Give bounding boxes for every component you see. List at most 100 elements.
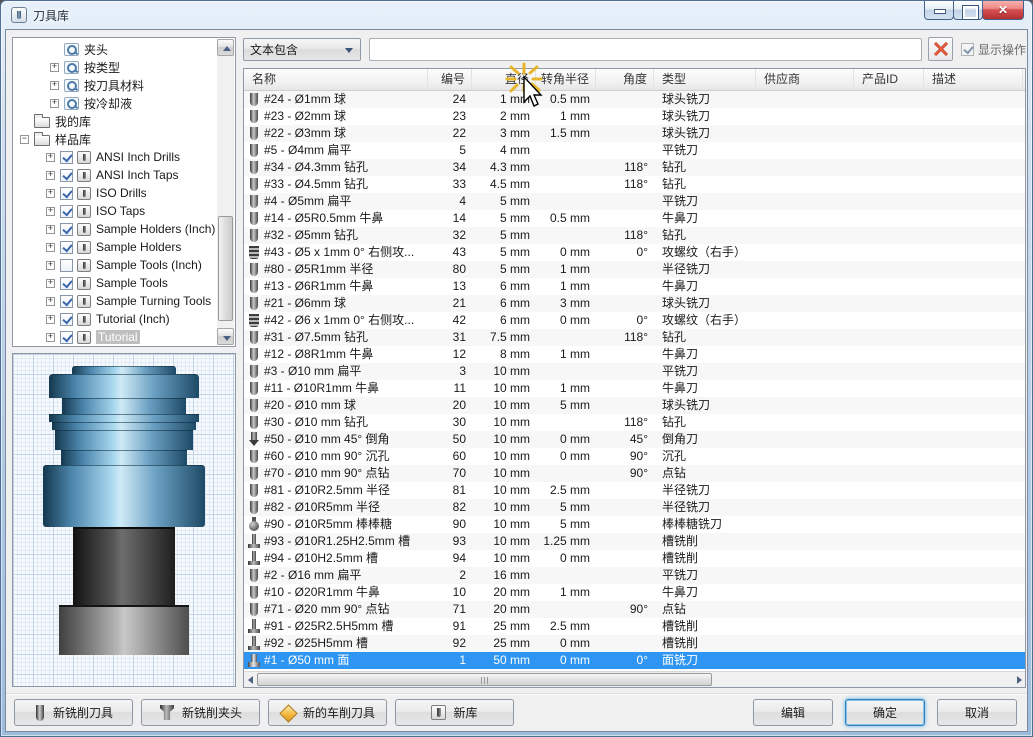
table-row[interactable]: #33 - Ø4.5mm 钻孔 33 4.5 mm 118° 钻孔 bbox=[244, 176, 1025, 193]
table-row[interactable]: #21 - Ø6mm 球 21 6 mm 3 mm 球头铣刀 bbox=[244, 295, 1025, 312]
table-row[interactable]: #71 - Ø20 mm 90° 点钻 71 20 mm 90° 点钻 bbox=[244, 601, 1025, 618]
tree-item-tutorial[interactable]: + Tutorial bbox=[14, 328, 217, 346]
tree-item-ansi-inch-taps[interactable]: + ANSI Inch Taps bbox=[14, 166, 217, 184]
library-enabled-checkbox[interactable] bbox=[60, 168, 73, 182]
tree-scrollbar-thumb[interactable] bbox=[218, 216, 233, 321]
new-holder-button[interactable]: 新铣削夹头 bbox=[141, 699, 260, 726]
table-row[interactable]: #31 - Ø7.5mm 钻孔 31 7.5 mm 118° 钻孔 bbox=[244, 329, 1025, 346]
tree-item-按冷却液[interactable]: + 按冷却液 bbox=[14, 94, 217, 112]
tree-item-sample-tools[interactable]: + Sample Tools bbox=[14, 274, 217, 292]
table-row[interactable]: #11 - Ø10R1mm 牛鼻 11 10 mm 1 mm 牛鼻刀 bbox=[244, 380, 1025, 397]
table-row[interactable]: #14 - Ø5R0.5mm 牛鼻 14 5 mm 0.5 mm 牛鼻刀 bbox=[244, 210, 1025, 227]
scroll-down-icon[interactable] bbox=[217, 328, 234, 345]
table-row[interactable]: #10 - Ø20R1mm 牛鼻 10 20 mm 1 mm 牛鼻刀 bbox=[244, 584, 1025, 601]
table-row[interactable]: #93 - Ø10R1.25H2.5mm 槽 93 10 mm 1.25 mm 槽铣削 bbox=[244, 533, 1025, 550]
tree-item-sample-turning-tools[interactable]: + Sample Turning Tools bbox=[14, 292, 217, 310]
table-row[interactable]: #4 - Ø5mm 扁平 4 5 mm 平铣刀 bbox=[244, 193, 1025, 210]
column-header-角度[interactable]: 角度 bbox=[596, 69, 654, 90]
expand-toggle-icon[interactable]: + bbox=[50, 62, 59, 72]
collapse-toggle-icon[interactable]: − bbox=[20, 134, 29, 144]
table-row[interactable]: #92 - Ø25H5mm 槽 92 25 mm 0 mm 槽铣削 bbox=[244, 635, 1025, 652]
filter-mode-select[interactable]: 文本包含 bbox=[243, 37, 361, 61]
scroll-up-icon[interactable] bbox=[217, 39, 234, 56]
minimize-button[interactable] bbox=[924, 1, 954, 20]
table-row[interactable]: #81 - Ø10R2.5mm 半径 81 10 mm 2.5 mm 半径铣刀 bbox=[244, 482, 1025, 499]
column-header-供应商[interactable]: 供应商 bbox=[756, 69, 854, 90]
expand-toggle-icon[interactable]: + bbox=[46, 170, 55, 180]
expand-toggle-icon[interactable]: + bbox=[46, 206, 55, 216]
column-header-名称[interactable]: 名称 bbox=[244, 69, 428, 90]
table-row[interactable]: #1 - Ø50 mm 面 1 50 mm 0 mm 0° 面铣刀 bbox=[244, 652, 1025, 669]
scroll-right-icon[interactable] bbox=[1013, 673, 1024, 687]
table-row[interactable]: #5 - Ø4mm 扁平 5 4 mm 平铣刀 bbox=[244, 142, 1025, 159]
table-row[interactable]: #3 - Ø10 mm 扁平 3 10 mm 平铣刀 bbox=[244, 363, 1025, 380]
expand-toggle-icon[interactable]: + bbox=[46, 224, 55, 234]
tree-item-我的库[interactable]: 我的库 bbox=[14, 112, 217, 130]
library-enabled-checkbox[interactable] bbox=[60, 258, 73, 272]
expand-toggle-icon[interactable]: + bbox=[50, 98, 59, 108]
tree-item-sample-holders-inch-[interactable]: + Sample Holders (Inch) bbox=[14, 220, 217, 238]
expand-toggle-icon[interactable]: + bbox=[46, 332, 55, 342]
scroll-left-icon[interactable] bbox=[245, 673, 256, 687]
titlebar[interactable]: 刀具库 bbox=[1, 1, 1032, 29]
tree-item-sample-holders[interactable]: + Sample Holders bbox=[14, 238, 217, 256]
library-enabled-checkbox[interactable] bbox=[60, 330, 73, 344]
new-turning-tool-button[interactable]: 新的车削刀具 bbox=[268, 699, 387, 726]
library-enabled-checkbox[interactable] bbox=[60, 222, 73, 236]
expand-toggle-icon[interactable]: + bbox=[46, 242, 55, 252]
table-row[interactable]: #24 - Ø1mm 球 24 1 mm 0.5 mm 球头铣刀 bbox=[244, 91, 1025, 108]
table-row[interactable]: #34 - Ø4.3mm 钻孔 34 4.3 mm 118° 钻孔 bbox=[244, 159, 1025, 176]
table-row[interactable]: #80 - Ø5R1mm 半径 80 5 mm 1 mm 半径铣刀 bbox=[244, 261, 1025, 278]
tree-item-sample-tools-inch-[interactable]: + Sample Tools (Inch) bbox=[14, 256, 217, 274]
table-row[interactable]: #70 - Ø10 mm 90° 点钻 70 10 mm 90° 点钻 bbox=[244, 465, 1025, 482]
library-enabled-checkbox[interactable] bbox=[60, 150, 73, 164]
expand-toggle-icon[interactable]: + bbox=[46, 188, 55, 198]
expand-toggle-icon[interactable]: + bbox=[46, 296, 55, 306]
table-row[interactable]: #90 - Ø10R5mm 棒棒糖 90 10 mm 5 mm 棒棒糖铣刀 bbox=[244, 516, 1025, 533]
tree-item-按类型[interactable]: + 按类型 bbox=[14, 58, 217, 76]
library-enabled-checkbox[interactable] bbox=[60, 312, 73, 326]
table-hscrollbar-thumb[interactable] bbox=[257, 673, 712, 686]
table-row[interactable]: #50 - Ø10 mm 45° 倒角 50 10 mm 0 mm 45° 倒角刀 bbox=[244, 431, 1025, 448]
table-row[interactable]: #32 - Ø5mm 钻孔 32 5 mm 118° 钻孔 bbox=[244, 227, 1025, 244]
table-row[interactable]: #20 - Ø10 mm 球 20 10 mm 5 mm 球头铣刀 bbox=[244, 397, 1025, 414]
table-row[interactable]: #91 - Ø25R2.5H5mm 槽 91 25 mm 2.5 mm 槽铣削 bbox=[244, 618, 1025, 635]
new-library-button[interactable]: 新库 bbox=[395, 699, 514, 726]
close-button[interactable] bbox=[982, 1, 1024, 20]
table-row[interactable]: #30 - Ø10 mm 钻孔 30 10 mm 118° 钻孔 bbox=[244, 414, 1025, 431]
clear-search-button[interactable] bbox=[927, 37, 953, 61]
maximize-button[interactable] bbox=[953, 1, 983, 20]
tree-item-tutorial-inch-[interactable]: + Tutorial (Inch) bbox=[14, 310, 217, 328]
table-row[interactable]: #12 - Ø8R1mm 牛鼻 12 8 mm 1 mm 牛鼻刀 bbox=[244, 346, 1025, 363]
library-enabled-checkbox[interactable] bbox=[60, 186, 73, 200]
library-enabled-checkbox[interactable] bbox=[60, 204, 73, 218]
expand-toggle-icon[interactable]: + bbox=[46, 278, 55, 288]
edit-button[interactable]: 编辑 bbox=[753, 699, 833, 726]
expand-toggle-icon[interactable]: + bbox=[46, 152, 55, 162]
table-row[interactable]: #43 - Ø5 x 1mm 0° 右侧攻... 43 5 mm 0 mm 0° 攻螺纹（… bbox=[244, 244, 1025, 261]
cancel-button[interactable]: 取消 bbox=[937, 699, 1017, 726]
column-header-编号[interactable]: 编号 bbox=[428, 69, 472, 90]
tree-item-iso-taps[interactable]: + ISO Taps bbox=[14, 202, 217, 220]
expand-toggle-icon[interactable]: + bbox=[50, 80, 59, 90]
column-header-描述[interactable]: 描述 bbox=[924, 69, 1023, 90]
tree-scrollbar[interactable] bbox=[217, 39, 234, 345]
table-hscrollbar[interactable] bbox=[244, 671, 1025, 687]
column-header-类型[interactable]: 类型 bbox=[654, 69, 756, 90]
table-row[interactable]: #23 - Ø2mm 球 23 2 mm 1 mm 球头铣刀 bbox=[244, 108, 1025, 125]
column-header-转角半径[interactable]: 转角半径 bbox=[536, 69, 596, 90]
table-row[interactable]: #60 - Ø10 mm 90° 沉孔 60 10 mm 0 mm 90° 沉孔 bbox=[244, 448, 1025, 465]
tree-item-ansi-inch-drills[interactable]: + ANSI Inch Drills bbox=[14, 148, 217, 166]
tree-item-iso-drills[interactable]: + ISO Drills bbox=[14, 184, 217, 202]
tree-item-样品库[interactable]: − 样品库 bbox=[14, 130, 217, 148]
table-row[interactable]: #13 - Ø6R1mm 牛鼻 13 6 mm 1 mm 牛鼻刀 bbox=[244, 278, 1025, 295]
new-mill-tool-button[interactable]: 新铣削刀具 bbox=[14, 699, 133, 726]
table-row[interactable]: #22 - Ø3mm 球 22 3 mm 1.5 mm 球头铣刀 bbox=[244, 125, 1025, 142]
expand-toggle-icon[interactable]: + bbox=[46, 260, 55, 270]
column-header-直径[interactable]: 直径 bbox=[472, 69, 536, 90]
table-row[interactable]: #94 - Ø10H2.5mm 槽 94 10 mm 0 mm 槽铣削 bbox=[244, 550, 1025, 567]
ok-button[interactable]: 确定 bbox=[845, 699, 925, 726]
table-row[interactable]: #82 - Ø10R5mm 半径 82 10 mm 5 mm 半径铣刀 bbox=[244, 499, 1025, 516]
library-enabled-checkbox[interactable] bbox=[60, 294, 73, 308]
table-row[interactable]: #2 - Ø16 mm 扁平 2 16 mm 平铣刀 bbox=[244, 567, 1025, 584]
